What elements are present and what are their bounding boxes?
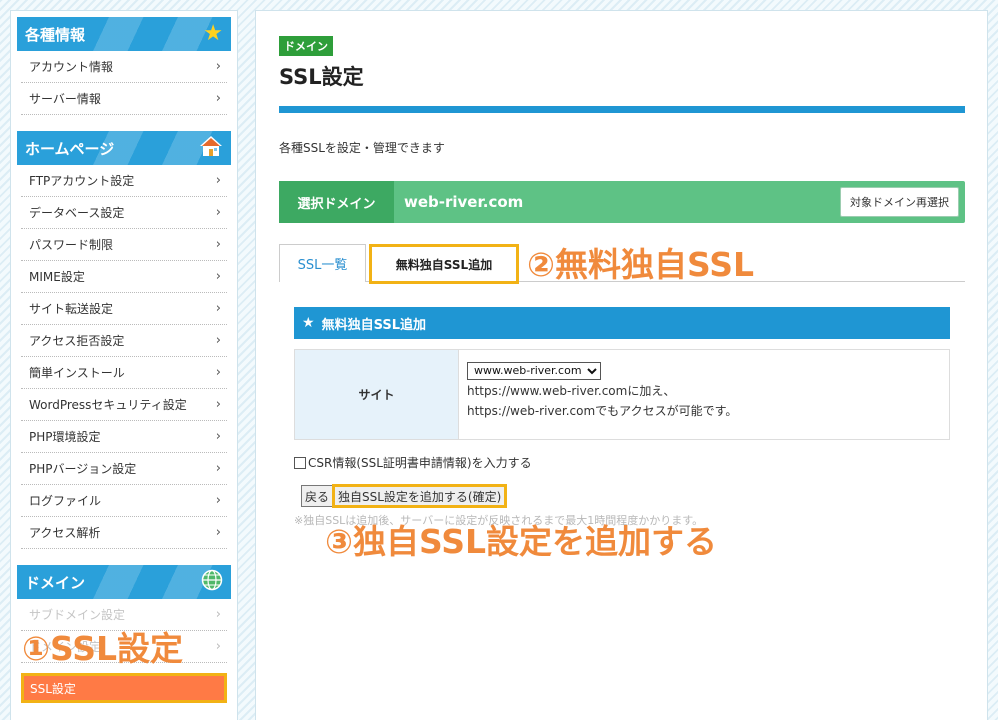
globe-icon <box>201 569 223 596</box>
csr-label: CSR情報(SSL証明書申請情報)を入力する <box>308 456 532 470</box>
sidebar-item-label: サイト転送設定 <box>29 302 114 316</box>
sidebar-item-label: パスワード制限 <box>29 238 114 252</box>
chevron-right-icon: › <box>215 91 221 106</box>
chevron-right-icon: › <box>215 333 221 348</box>
sidebar-item-server-info[interactable]: サーバー情報 › <box>21 83 227 115</box>
back-button[interactable]: 戻る <box>301 485 334 507</box>
sidebar-item-mime[interactable]: MIME設定 › <box>21 261 227 293</box>
sidebar-item-password[interactable]: パスワード制限 › <box>21 229 227 261</box>
sidebar-item-label: アクセス解析 <box>29 526 101 540</box>
sidebar-item-label: アカウント情報 <box>29 60 114 74</box>
sidebar-item-label: PHPバージョン設定 <box>29 462 137 476</box>
annotation-step2: ②無料独自SSL <box>527 245 755 284</box>
domain-bar: 選択ドメイン web-river.com 対象ドメイン再選択 <box>279 181 965 223</box>
domain-value: web-river.com <box>404 193 524 211</box>
sidebar-section-domain-header: ドメイン <box>17 565 231 599</box>
panel-title: 無料独自SSL追加 <box>321 317 426 333</box>
annotation-step3: ③独自SSL設定を追加する <box>325 522 718 561</box>
page-title: SSL設定 <box>279 65 364 89</box>
sidebar-item-label: データベース設定 <box>29 206 125 220</box>
chevron-right-icon: › <box>215 493 221 508</box>
chevron-right-icon: › <box>215 59 221 74</box>
chevron-right-icon: › <box>215 397 221 412</box>
sidebar-item-label: 簡単インストール <box>29 366 125 380</box>
sidebar-item-easy-install[interactable]: 簡単インストール › <box>21 357 227 389</box>
sidebar-item-label: アクセス拒否設定 <box>29 334 125 348</box>
sidebar-section-title: 各種情報 <box>25 25 86 44</box>
confirm-add-ssl-button[interactable]: 独自SSL設定を追加する(確定) <box>332 484 508 508</box>
sidebar-item-label: PHP環境設定 <box>29 430 101 444</box>
site-table: サイト www.web-river.com https://www.web-ri… <box>294 349 950 440</box>
house-icon <box>199 135 223 162</box>
sidebar-item-label: サブドメイン設定 <box>29 608 126 622</box>
sidebar-item-ssl-settings[interactable]: SSL設定 <box>21 673 227 703</box>
panel-header: ★ 無料独自SSL追加 <box>294 307 950 339</box>
chevron-right-icon: › <box>215 429 221 444</box>
sidebar-item-php-env[interactable]: PHP環境設定 › <box>21 421 227 453</box>
chevron-right-icon: › <box>215 173 221 188</box>
chevron-right-icon: › <box>215 461 221 476</box>
sidebar-item-analytics[interactable]: アクセス解析 › <box>21 517 227 549</box>
reselect-domain-button[interactable]: 対象ドメイン再選択 <box>840 187 959 217</box>
sidebar-section-title: ドメイン <box>25 573 86 592</box>
tab-free-ssl-add[interactable]: 無料独自SSL追加 <box>369 244 519 284</box>
sidebar-item-label: MIME設定 <box>29 270 85 284</box>
chevron-right-icon: › <box>215 237 221 252</box>
page-description: 各種SSLを設定・管理できます <box>279 141 445 155</box>
sidebar-item-database[interactable]: データベース設定 › <box>21 197 227 229</box>
sidebar-item-label: WordPressセキュリティ設定 <box>29 398 187 412</box>
site-select[interactable]: www.web-river.com <box>467 361 601 380</box>
sidebar-item-log[interactable]: ログファイル › <box>21 485 227 517</box>
sidebar: 各種情報 ★ アカウント情報 › サーバー情報 › ホームページ FTPアカウント設… <box>10 10 238 720</box>
chevron-right-icon: › <box>215 607 221 622</box>
csr-checkbox[interactable] <box>294 456 306 469</box>
sidebar-item-label: FTPアカウント設定 <box>29 174 135 188</box>
chevron-right-icon: › <box>215 639 221 654</box>
site-cell: www.web-river.com https://www.web-river.… <box>459 350 745 439</box>
title-underline <box>279 106 965 113</box>
chevron-right-icon: › <box>215 525 221 540</box>
csr-checkbox-row[interactable]: CSR情報(SSL証明書申請情報)を入力する <box>294 454 532 471</box>
site-info-line1: https://www.web-river.comに加え、 <box>467 383 676 398</box>
annotation-step1: ①SSL設定 <box>22 629 184 668</box>
sidebar-item-redirect[interactable]: サイト転送設定 › <box>21 293 227 325</box>
sidebar-section-title: ホームページ <box>25 139 115 158</box>
chevron-right-icon: › <box>215 365 221 380</box>
sidebar-item-account-info[interactable]: アカウント情報 › <box>21 51 227 83</box>
sidebar-item-label: サーバー情報 <box>29 92 101 106</box>
star-icon: ★ <box>203 21 223 46</box>
sidebar-section-info-header: 各種情報 ★ <box>17 17 231 51</box>
sidebar-section-homepage-header: ホームページ <box>17 131 231 165</box>
chevron-right-icon: › <box>215 301 221 316</box>
chevron-right-icon: › <box>215 205 221 220</box>
sidebar-item-wp-security[interactable]: WordPressセキュリティ設定 › <box>21 389 227 421</box>
chevron-right-icon: › <box>215 269 221 284</box>
sidebar-item-php-version[interactable]: PHPバージョン設定 › <box>21 453 227 485</box>
tab-ssl-list[interactable]: SSL一覧 <box>279 244 366 282</box>
sidebar-item-ftp[interactable]: FTPアカウント設定 › <box>21 165 227 197</box>
sidebar-item-label: ログファイル <box>29 494 102 508</box>
domain-label: 選択ドメイン <box>279 181 394 223</box>
site-label: サイト <box>295 350 459 439</box>
sidebar-item-access-deny[interactable]: アクセス拒否設定 › <box>21 325 227 357</box>
star-icon: ★ <box>302 315 315 331</box>
main-panel: ドメイン SSL設定 各種SSLを設定・管理できます 選択ドメイン web-ri… <box>255 10 988 720</box>
category-badge: ドメイン <box>279 36 333 56</box>
site-info-line2: https://web-river.comでもアクセスが可能です。 <box>467 403 738 418</box>
